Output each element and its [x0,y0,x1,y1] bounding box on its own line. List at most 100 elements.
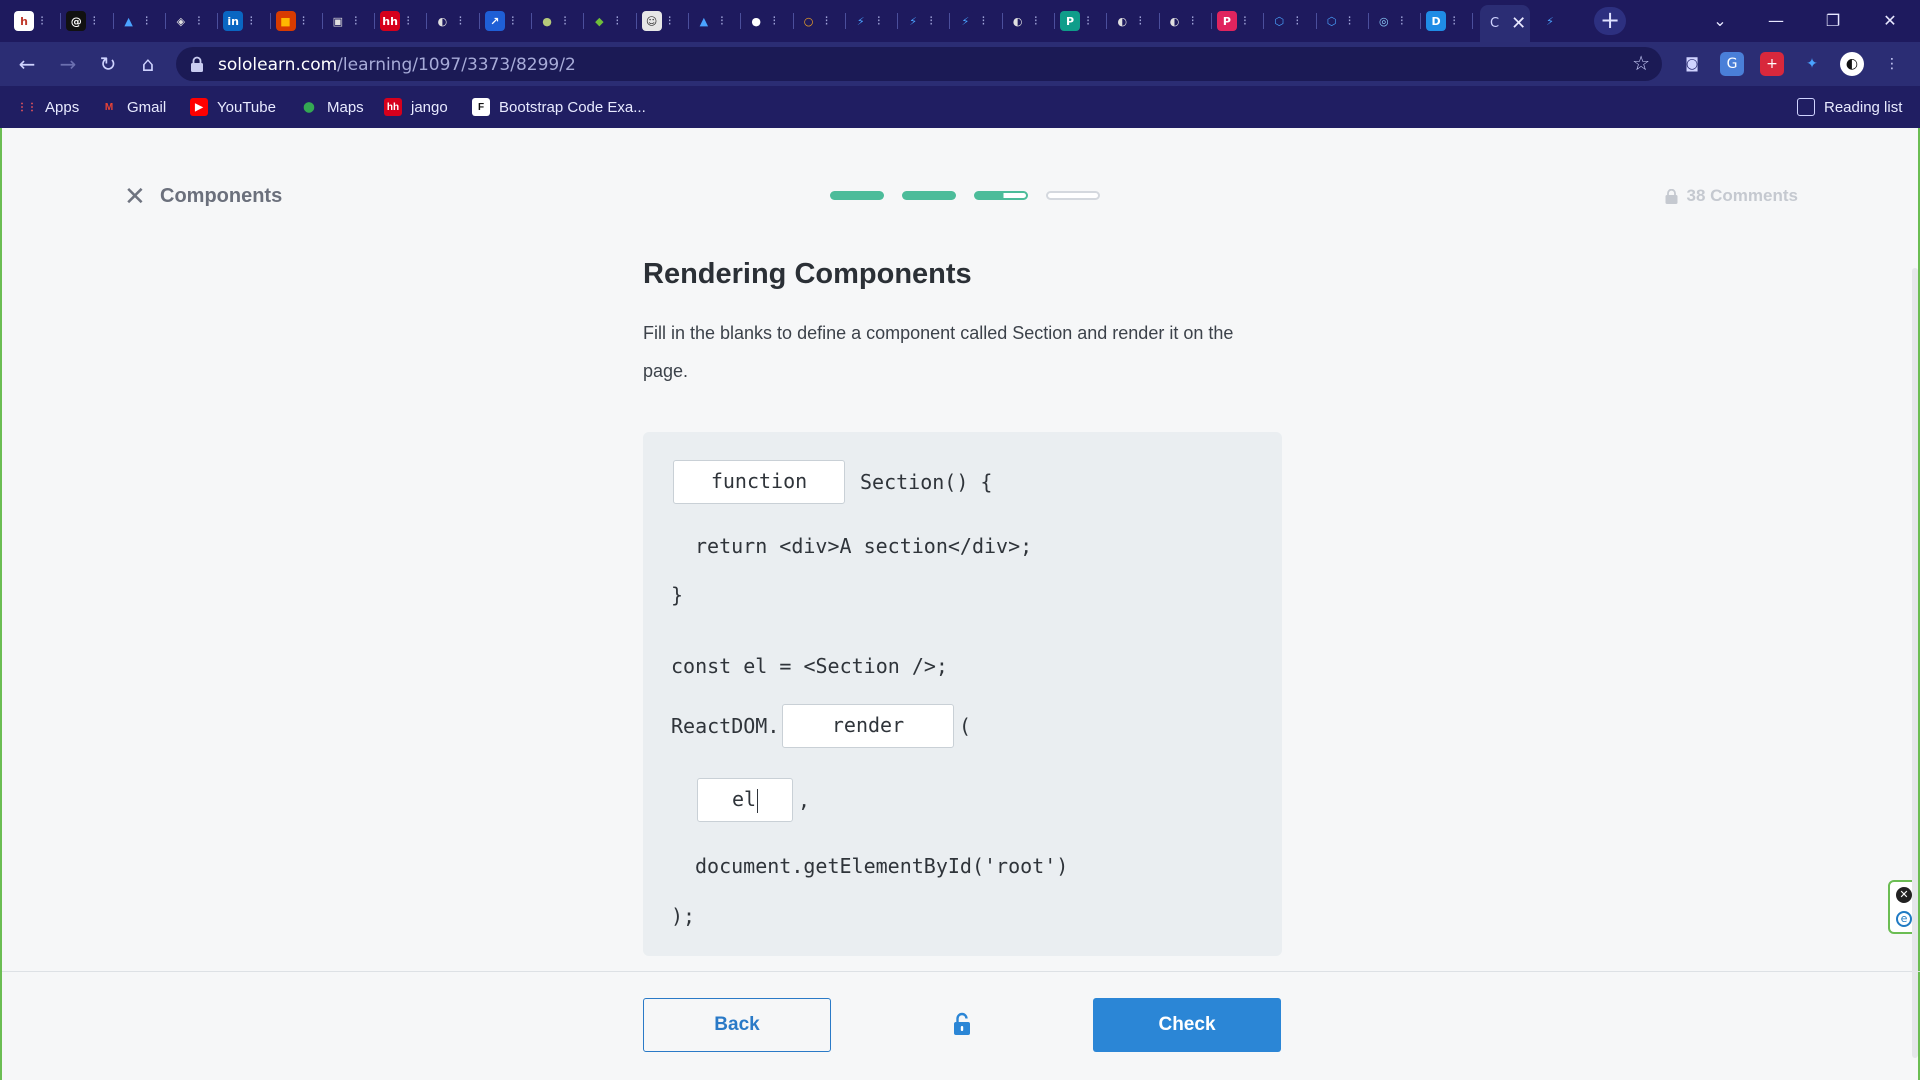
tab-title-fragment: ⁝ [458,13,463,29]
bookmark-label: YouTube [217,98,276,116]
tab-separator [1472,13,1474,29]
check-button[interactable]: Check [1093,998,1281,1052]
unlock-hint-icon[interactable] [952,1012,972,1036]
close-tab-icon[interactable]: ✕ [1511,13,1526,34]
code-line-7: document.getElementById('root') [695,854,1069,878]
back-arrow-icon[interactable]: ← [13,50,41,78]
tab-title-fragment: ⁝ [1399,13,1404,29]
translate-icon[interactable]: G [1720,52,1744,76]
browser-tab[interactable]: ◈ ⁝ [170,5,201,37]
browser-tab[interactable]: hh ⁝ [380,5,410,37]
camera-icon[interactable]: ◙ [1680,52,1704,76]
padlock-icon [1665,188,1678,204]
browser-tab[interactable]: ▲ ⁝ [118,5,149,37]
browser-tab[interactable]: ▲ ⁝ [693,5,724,37]
avatar-icon: ☺ [641,11,662,31]
comments-link[interactable]: 38 Comments [1665,186,1798,206]
blank-element[interactable]: el [697,778,793,822]
blank-render[interactable]: render [782,704,954,748]
minimize-button[interactable]: — [1754,6,1798,36]
browser-tab[interactable]: ◎ ⁝ [1373,5,1404,37]
browser-tab[interactable]: ● ⁝ [746,5,776,37]
browser-tab[interactable]: ■ ⁝ [275,5,306,37]
tab-separator [217,13,219,29]
browser-tab[interactable]: P ⁝ [1060,5,1090,37]
forward-arrow-icon[interactable]: → [54,50,82,78]
puzzle-icon[interactable]: ✦ [1800,52,1824,76]
bookmark-item[interactable]: ⋮⋮ Apps [17,97,79,117]
tab-separator [740,13,742,29]
browser-tab[interactable]: ↗ ⁝ [484,5,515,37]
close-lesson-icon[interactable]: ✕ [124,182,146,212]
home-icon[interactable]: ⌂ [134,50,162,78]
browser-tab[interactable]: ☺ ⁝ [641,5,672,37]
tab-separator [1054,13,1055,29]
lock-icon [191,56,203,72]
bookmark-item[interactable]: ▶ YouTube [190,97,276,117]
tab-separator [1420,13,1422,29]
progress-segment-pending [1046,191,1100,200]
browser-tab[interactable]: in ⁝ [223,5,253,37]
code-exercise: function Section() { return <div>A secti… [643,432,1282,956]
close-widget-icon[interactable]: ✕ [1896,887,1912,903]
tab-title-fragment: ⁝ [1295,13,1300,29]
arrow-icon: ↗ [484,11,505,31]
reading-list-button[interactable]: Reading list [1797,97,1902,117]
tab-strip: h ⁝ @ ⁝ ▲ ⁝ ◈ ⁝ in ⁝ ■ ⁝ ▣ ⁝ hh ⁝ ◐ ⁝ ↗ ⁝ ● ⁝ ◆ ⁝ ☺ ⁝ ▲ ⁝ ● ⁝ ○ ⁝ ⚡ ⁝ ⚡ ⁝ ⚡ ⁝… [0,0,1920,42]
browser-tab[interactable]: ◆ ⁝ [589,5,619,37]
browser-tab[interactable]: D ⁝ [1426,5,1456,37]
browser-tab[interactable]: ◐ ⁝ [1112,5,1142,37]
browser-tab[interactable]: ⚡ ⁝ [903,5,933,37]
code-line-6-suffix: , [798,788,811,812]
tab-title-fragment: ⁝ [1242,13,1248,29]
profile-avatar[interactable]: ◐ [1840,52,1864,76]
apps-grid-icon: ⋮⋮ [17,98,37,116]
browser-tab[interactable]: ⚡ [1540,5,1560,37]
reload-icon[interactable]: ↻ [94,50,122,78]
tab-title-fragment: ⁝ [929,13,934,29]
bookmark-item[interactable]: M Gmail [100,97,166,117]
browser-tab[interactable]: ⚡ ⁝ [850,5,881,37]
new-tab-button[interactable]: + [1594,7,1626,35]
bookmark-item[interactable]: F Bootstrap Code Exa... [472,97,646,117]
browser-tab[interactable]: ● ⁝ [537,5,567,37]
browser-tab[interactable]: h ⁝ [14,5,44,37]
bookmark-item[interactable]: hh jango [384,97,448,117]
comments-count: 38 Comments [1686,186,1798,205]
edge-icon[interactable]: e [1896,911,1912,927]
browser-tab[interactable]: @ ⁝ [66,5,96,37]
browser-tab[interactable]: ◐ ⁝ [1164,5,1195,37]
tab-title-fragment: ⁝ [667,13,672,29]
browser-tab[interactable]: ◐ ⁝ [432,5,463,37]
browser-tab[interactable]: P ⁝ [1216,5,1248,37]
tab-separator [112,13,114,29]
page-scrollbar[interactable] [1912,268,1918,1058]
back-button[interactable]: Back [643,998,831,1052]
browser-tab[interactable]: ⬡ ⁝ [1269,5,1299,37]
browser-tab[interactable]: ○ ⁝ [798,5,829,37]
restore-button[interactable]: ❐ [1811,6,1855,36]
blank-function[interactable]: function [673,460,845,504]
bookmark-item[interactable]: ⬤ Maps [300,97,364,117]
browser-tab[interactable]: ◐ ⁝ [1007,5,1038,37]
menu-dots-icon[interactable]: ⋮ [1880,52,1904,76]
tab-separator [792,13,794,29]
code-line-5-prefix: ReactDOM. [671,714,780,738]
triangle-icon: ▲ [118,11,139,31]
tab-title-fragment: ⁝ [301,13,306,29]
tab-title-fragment: ⁝ [824,13,829,29]
cube-icon: ◆ [589,11,610,31]
browser-tab[interactable]: ⚡ ⁝ [955,5,986,37]
tab-search-icon[interactable]: ⌄ [1698,6,1742,36]
extension-plus-icon[interactable]: + [1760,52,1784,76]
p-icon: P [1060,11,1080,31]
browser-tab[interactable]: ▣ ⁝ [327,5,358,37]
url-host: sololearn.com [218,55,338,75]
browser-tab[interactable]: ⬡ ⁝ [1321,5,1352,37]
bookmark-star-icon[interactable]: ☆ [1632,51,1650,76]
close-window-button[interactable]: ✕ [1868,6,1912,36]
globe-icon: ◐ [432,11,453,31]
progress-segment-complete [902,191,956,200]
address-bar[interactable]: sololearn.com/learning/1097/3373/8299/2 … [176,47,1662,81]
active-browser-tab[interactable]: C ✕ [1480,5,1530,42]
